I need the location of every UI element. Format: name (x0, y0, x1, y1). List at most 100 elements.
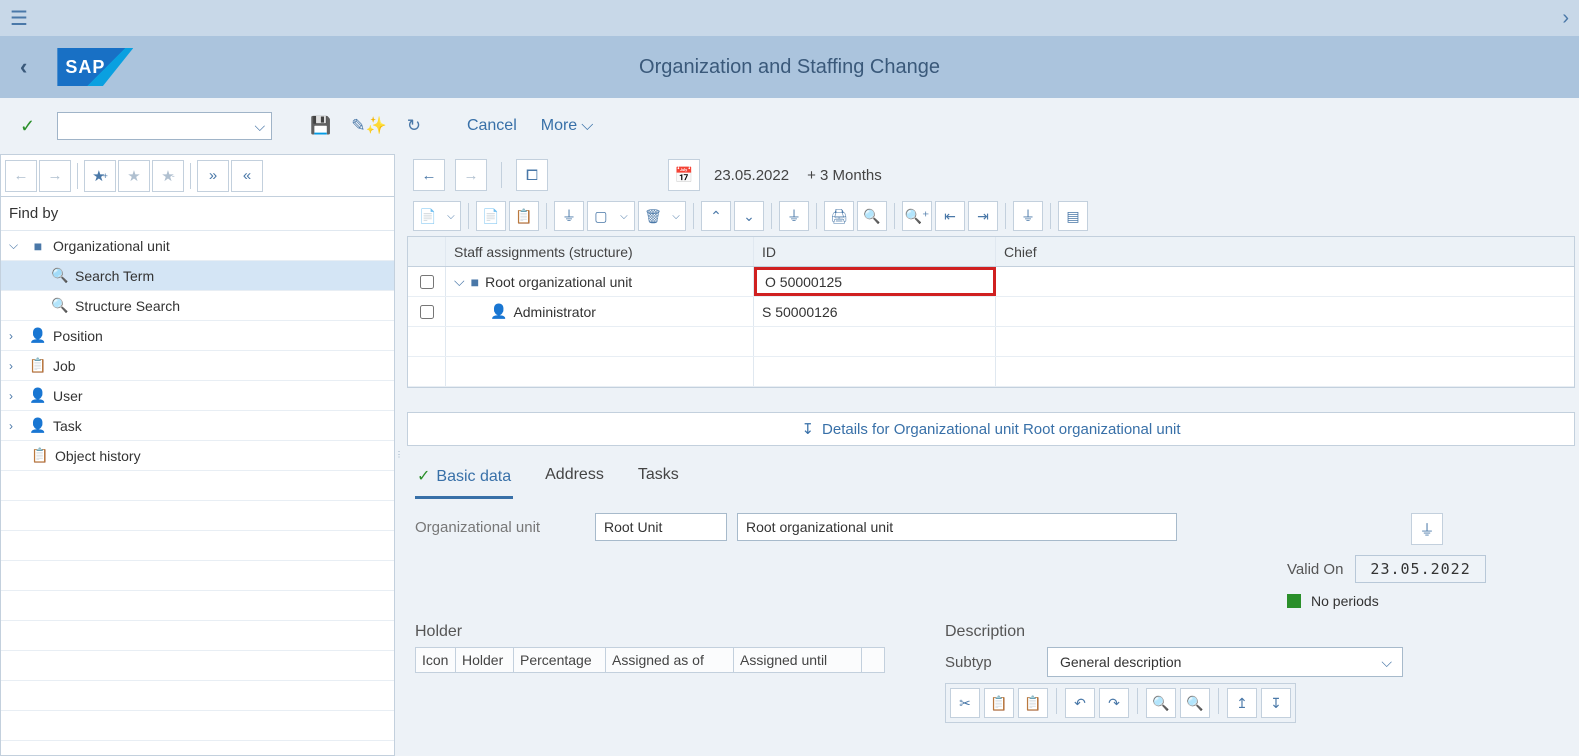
tree-item-job[interactable]: ›📋Job (1, 351, 394, 381)
tree-label: Job (53, 358, 76, 374)
tab-tasks[interactable]: Tasks (636, 460, 681, 499)
tree-item-structure-search[interactable]: 🔍Structure Search (1, 291, 394, 321)
row-checkbox[interactable] (420, 275, 434, 289)
col-holder[interactable]: Holder (456, 648, 514, 672)
down-level-icon[interactable]: ⌄ (734, 201, 764, 231)
tree-item-search-term[interactable]: 🔍 Search Term (1, 261, 394, 291)
nav-forward-icon[interactable]: → (455, 159, 487, 191)
org-unit-long-input[interactable]: Root organizational unit (737, 513, 1177, 541)
tab-basic-data[interactable]: ✓Basic data (415, 460, 513, 499)
save-icon[interactable]: 💾 (304, 112, 337, 140)
ok-icon[interactable]: ✓ (20, 116, 35, 137)
tree-item-org-unit[interactable]: ⌵■Organizational unit (1, 231, 394, 261)
col-until[interactable]: Assigned until (734, 648, 862, 672)
more-label: More (541, 117, 577, 135)
chevron-down-icon: ⌵ (581, 117, 593, 135)
upload-icon[interactable]: ↥ (1227, 688, 1257, 718)
refresh-icon[interactable]: ↻ (401, 112, 427, 140)
cube-icon[interactable]: ⧠ (516, 159, 548, 191)
col-header-staff[interactable]: Staff assignments (structure) (446, 237, 754, 266)
redo-icon[interactable]: ↷ (1099, 688, 1129, 718)
person-icon: 👤 (29, 327, 47, 344)
search-icon: 🔍 (51, 267, 69, 284)
row-checkbox[interactable] (420, 305, 434, 319)
row-label: Root organizational unit (485, 274, 632, 290)
calendar-icon[interactable]: 📅 (668, 159, 700, 191)
status-square-icon (1287, 594, 1301, 608)
chevron-down-icon[interactable]: ⌵ (454, 273, 465, 290)
search-icon[interactable]: 🔍 (857, 201, 887, 231)
subtyp-select[interactable]: General description ⌵ (1047, 647, 1403, 677)
collapse-all-icon[interactable]: « (231, 160, 263, 192)
print-icon[interactable]: 🖨 (824, 201, 854, 231)
search-next-icon[interactable]: 🔍 (1180, 688, 1210, 718)
description-title: Description (945, 623, 1567, 641)
command-field[interactable]: ⌵ (57, 112, 272, 140)
nav-back-icon[interactable]: ← (5, 160, 37, 192)
tab-address[interactable]: Address (543, 460, 606, 499)
tree-item-object-history[interactable]: 📋Object history (1, 441, 394, 471)
nav-forward-icon[interactable]: → (39, 160, 71, 192)
table-row[interactable]: 👤Administrator S 50000126 (408, 297, 1574, 327)
chevron-down-icon: ⌵ (254, 118, 265, 135)
structure-icon[interactable]: ⏚ (1013, 201, 1043, 231)
splitter[interactable]: ⋮ (395, 154, 403, 756)
structure-table: Staff assignments (structure) ID Chief ⌵… (407, 236, 1575, 388)
expand-icon[interactable]: › (1562, 7, 1569, 30)
link-icon[interactable]: ⏚ (1411, 513, 1443, 545)
download-icon[interactable]: ↧ (1261, 688, 1291, 718)
delete-split-button[interactable]: 🗑⌵ (638, 201, 686, 231)
col-pct[interactable]: Percentage (514, 648, 606, 672)
valid-on-date[interactable]: 23.05.2022 (1355, 555, 1485, 583)
undo-icon[interactable]: ↶ (1065, 688, 1095, 718)
tree-item-task[interactable]: ›👤Task (1, 411, 394, 441)
layout-icon[interactable]: ▤ (1058, 201, 1088, 231)
org-unit-label: Organizational unit (415, 519, 585, 536)
col-header-id[interactable]: ID (754, 237, 996, 266)
tree-label: Search Term (75, 268, 154, 284)
search-icon[interactable]: 🔍 (1146, 688, 1176, 718)
table-row[interactable]: ⌵■Root organizational unit O 50000125 (408, 267, 1574, 297)
assign-split-button[interactable]: ▢⌵ (587, 201, 635, 231)
nav-back-icon[interactable]: ← (413, 159, 445, 191)
holder-table-header: Icon Holder Percentage Assigned as of As… (415, 647, 885, 673)
empty-row (1, 471, 394, 501)
copy-icon[interactable]: 📄 (476, 201, 506, 231)
cancel-button[interactable]: Cancel (459, 113, 525, 139)
paste-icon[interactable]: 📋 (509, 201, 539, 231)
hierarchy2-icon[interactable]: ⏚ (779, 201, 809, 231)
expand-all-icon[interactable]: » (197, 160, 229, 192)
sidebar: ← → ★+ ★ ★- » « Find by ⌵■Organizational… (0, 154, 395, 756)
empty-row (1, 591, 394, 621)
empty-row (1, 651, 394, 681)
tree-label: Structure Search (75, 298, 180, 314)
favorite-icon[interactable]: ★ (118, 160, 150, 192)
favorite-add-icon[interactable]: ★+ (84, 160, 116, 192)
favorite-remove-icon[interactable]: ★- (152, 160, 184, 192)
history-icon: 📋 (31, 447, 49, 464)
paste-icon[interactable]: 📋 (1018, 688, 1048, 718)
tree-item-user[interactable]: ›👤User (1, 381, 394, 411)
col-header-chief[interactable]: Chief (996, 237, 1574, 266)
chevron-down-icon: ⌵ (1381, 654, 1392, 671)
menu-icon[interactable]: ☰ (10, 6, 28, 31)
edit-icon[interactable]: ✎✨ (345, 112, 392, 140)
col-icon[interactable]: Icon (416, 648, 456, 672)
more-button[interactable]: More⌵ (533, 113, 602, 139)
up-level-icon[interactable]: ⌃ (701, 201, 731, 231)
copy-icon[interactable]: 📋 (984, 688, 1014, 718)
expand-icon[interactable]: ⇥ (968, 201, 998, 231)
create-split-button[interactable]: 📄⌵ (413, 201, 461, 231)
row-label: Administrator (513, 304, 595, 320)
details-bar[interactable]: ↧ Details for Organizational unit Root o… (407, 412, 1575, 446)
col-asof[interactable]: Assigned as of (606, 648, 734, 672)
search-next-icon[interactable]: 🔍⁺ (902, 201, 932, 231)
subtyp-label: Subtyp (945, 654, 1033, 671)
org-unit-short-input[interactable]: Root Unit (595, 513, 727, 541)
tree-item-position[interactable]: ›👤Position (1, 321, 394, 351)
back-button[interactable]: ‹ (20, 54, 27, 80)
findby-label: Find by (1, 197, 394, 231)
cut-icon[interactable]: ✂ (950, 688, 980, 718)
collapse-icon[interactable]: ⇤ (935, 201, 965, 231)
hierarchy-icon[interactable]: ⏚ (554, 201, 584, 231)
